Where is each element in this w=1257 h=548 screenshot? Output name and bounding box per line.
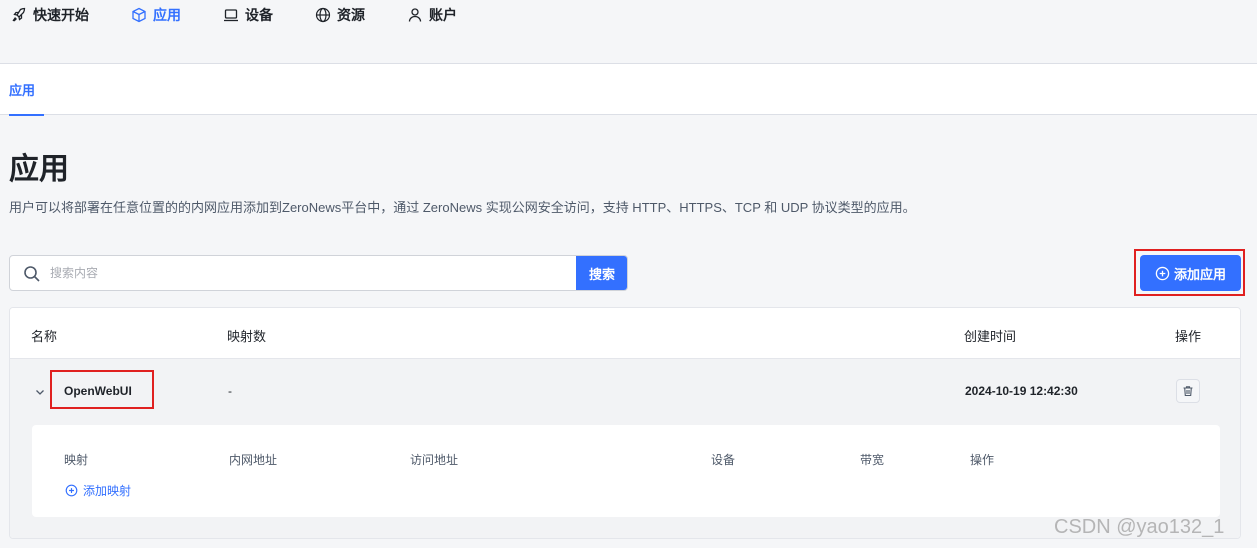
subcolumn-header-intranet: 内网地址 — [229, 453, 278, 467]
column-header-name: 名称 — [31, 329, 58, 344]
nav-item-label: 设备 — [245, 7, 273, 23]
nav-item-quickstart[interactable]: 快速开始 — [11, 5, 89, 25]
column-header-created: 创建时间 — [964, 329, 1017, 344]
top-navigation: 快速开始 应用 设备 资源 账户 — [0, 0, 1257, 64]
nav-item-apps[interactable]: 应用 — [131, 5, 181, 25]
user-icon — [408, 8, 422, 22]
add-mapping-label: 添加映射 — [83, 484, 132, 498]
mapping-count: - — [228, 384, 232, 398]
cube-icon — [132, 7, 146, 23]
column-header-actions: 操作 — [1175, 329, 1202, 344]
apps-table: 名称 映射数 创建时间 操作 OpenWebUI - 2024-10-19 12… — [9, 307, 1241, 539]
table-header: 名称 映射数 创建时间 操作 — [10, 308, 1240, 359]
add-app-button[interactable]: 添加应用 — [1140, 255, 1241, 291]
nav-item-devices[interactable]: 设备 — [223, 5, 273, 25]
sub-navigation: 应用 — [0, 64, 1257, 116]
mappings-subtable: 映射 内网地址 访问地址 设备 带宽 操作 添加映射 — [32, 425, 1220, 517]
plus-circle-icon — [65, 484, 78, 497]
delete-button[interactable] — [1176, 379, 1200, 403]
subcolumn-header-access: 访问地址 — [410, 453, 459, 467]
nav-item-account[interactable]: 账户 — [407, 5, 457, 25]
nav-item-label: 应用 — [153, 7, 181, 23]
globe-icon — [315, 7, 331, 23]
subcolumn-header-mapping: 映射 — [64, 453, 89, 467]
watermark: CSDN @yao132_1 — [1054, 516, 1225, 538]
created-time: 2024-10-19 12:42:30 — [965, 384, 1078, 398]
search-button[interactable]: 搜索 — [576, 256, 627, 290]
search-bar: 搜索 — [9, 255, 628, 291]
nav-item-label: 资源 — [337, 7, 365, 23]
search-icon — [24, 266, 40, 282]
app-name: OpenWebUI — [64, 384, 132, 398]
page-description: 用户可以将部署在任意位置的的内网应用添加到ZeroNews平台中，通过 Zero… — [9, 200, 916, 215]
subcolumn-header-bandwidth: 带宽 — [860, 453, 885, 467]
plus-circle-icon — [1155, 266, 1170, 280]
page-title: 应用 — [9, 153, 69, 186]
table-row: OpenWebUI - 2024-10-19 12:42:30 映射 内网地址 … — [10, 359, 1240, 538]
search-input[interactable] — [50, 256, 576, 290]
nav-item-resources[interactable]: 资源 — [315, 5, 365, 25]
trash-icon — [1183, 386, 1193, 397]
add-app-label: 添加应用 — [1173, 266, 1226, 282]
laptop-icon — [224, 9, 238, 22]
tab-apps[interactable]: 应用 — [0, 64, 45, 116]
add-mapping-link[interactable]: 添加映射 — [65, 482, 131, 499]
nav-item-label: 快速开始 — [33, 7, 89, 23]
nav-item-label: 账户 — [429, 7, 457, 23]
chevron-down-icon[interactable] — [34, 386, 46, 398]
subcolumn-header-actions: 操作 — [970, 453, 995, 467]
column-header-mappings: 映射数 — [227, 329, 267, 344]
subcolumn-header-device: 设备 — [711, 453, 736, 467]
rocket-icon — [12, 7, 26, 22]
